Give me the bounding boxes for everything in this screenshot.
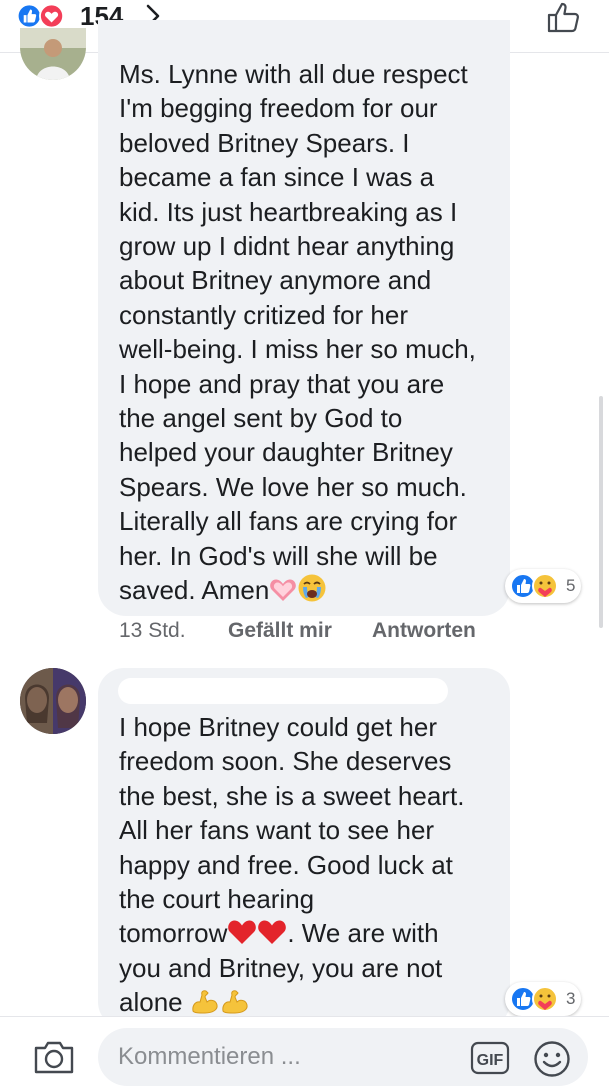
avatar[interactable]	[20, 28, 86, 80]
care-icon	[532, 986, 558, 1012]
flexed-biceps-icon	[192, 990, 218, 1014]
like-icon	[16, 3, 42, 29]
redacted-author-name	[118, 678, 448, 704]
avatar[interactable]	[20, 668, 86, 734]
comment-text: Ms. Lynne with all due respect I'm beggi…	[119, 59, 476, 606]
camera-icon[interactable]	[32, 1039, 76, 1075]
reaction-icons	[510, 573, 558, 599]
care-icon	[532, 573, 558, 599]
like-link[interactable]: Gefällt mir	[228, 619, 332, 643]
reaction-icons	[16, 3, 65, 29]
scrollbar[interactable]	[599, 396, 603, 628]
gif-icon[interactable]: GIF	[470, 1041, 510, 1075]
like-icon	[510, 986, 536, 1012]
red-heart-icon	[228, 920, 257, 945]
emoji-icon[interactable]	[533, 1040, 571, 1078]
reaction-count: 5	[566, 576, 576, 595]
love-icon	[39, 3, 65, 29]
reaction-count: 3	[566, 989, 576, 1008]
reaction-icons	[510, 986, 558, 1012]
comment-reactions[interactable]: 3	[505, 982, 581, 1016]
comment-text: I hope Britney could get her freedom soo…	[119, 712, 465, 1018]
comment-time: 13 Std.	[119, 619, 186, 642]
svg-text:GIF: GIF	[477, 1052, 504, 1069]
comment-input[interactable]	[98, 1028, 588, 1086]
like-icon	[510, 573, 536, 599]
heart-icon	[270, 579, 297, 602]
thumbs-up-icon[interactable]	[545, 0, 583, 34]
reply-link[interactable]: Antworten	[372, 619, 476, 643]
crying-face-icon	[298, 574, 326, 602]
flexed-biceps-icon	[222, 990, 248, 1014]
red-heart-icon	[258, 920, 287, 945]
comment-reactions[interactable]: 5	[505, 569, 581, 603]
